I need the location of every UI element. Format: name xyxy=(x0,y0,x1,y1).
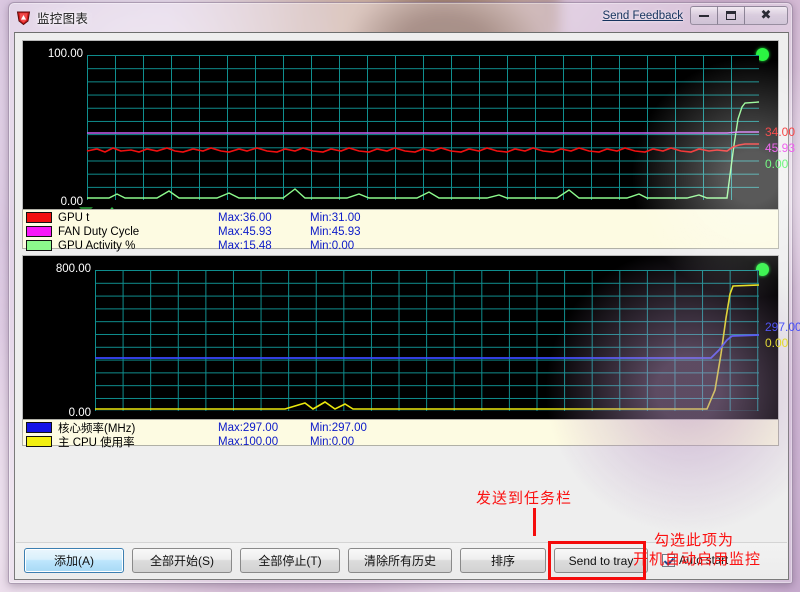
edge-label-gpu-temp: 34.00 xyxy=(765,125,795,139)
legend-min: Min:0.00 xyxy=(310,436,354,448)
legend-clock: 核心频率(MHz) Max:297.00 Min:297.00 主 CPU 使用… xyxy=(22,419,779,446)
close-button[interactable]: ✖ xyxy=(744,6,788,25)
series-line-fan-duty xyxy=(87,132,759,133)
close-icon: ✖ xyxy=(761,9,772,22)
series-line-cpu-usage xyxy=(95,285,759,409)
legend-label: FAN Duty Cycle xyxy=(58,226,218,238)
legend-swatch xyxy=(26,226,52,237)
legend-min: Min:297.00 xyxy=(310,422,367,434)
legend-min: Min:0.00 xyxy=(310,240,354,252)
annotation-pointer-line xyxy=(533,508,536,536)
clear-history-button[interactable]: 清除所有历史 xyxy=(348,548,452,573)
stop-all-button[interactable]: 全部停止(T) xyxy=(240,548,340,573)
legend-swatch xyxy=(26,436,52,447)
edge-label-cpu-usage: 0.00 xyxy=(765,336,788,350)
edge-label-fan-duty: 45.93 xyxy=(765,141,795,155)
window-client-area: 100.00 0.00 34. xyxy=(14,32,789,580)
start-all-button[interactable]: 全部开始(S) xyxy=(132,548,232,573)
annotation-autostart-line-2: 开机自动启用监控 xyxy=(633,548,761,569)
plot-grid-clock: 800.00 0.00 xyxy=(95,270,759,411)
titlebar-controls: Send Feedback ✖ xyxy=(602,6,788,25)
minimize-button[interactable] xyxy=(690,6,718,25)
legend-swatch xyxy=(26,240,52,251)
series-lines-gpu xyxy=(87,55,759,200)
legend-max: Max:15.48 xyxy=(218,240,310,252)
y-axis-min-clock: 0.00 xyxy=(69,407,91,419)
plot-area-clock[interactable]: 800.00 0.00 297.00 0.00 xyxy=(23,256,778,444)
legend-item[interactable]: GPU t Max:36.00 Min:31.00 xyxy=(26,211,778,224)
legend-item[interactable]: 核心频率(MHz) Max:297.00 Min:297.00 xyxy=(26,421,778,434)
send-feedback-link[interactable]: Send Feedback xyxy=(602,10,683,22)
minimize-icon xyxy=(699,14,709,17)
annotation-autostart-line-1: 勾选此项为 xyxy=(654,529,734,550)
series-lines-clock xyxy=(95,270,759,411)
desktop-wallpaper: 监控图表 Send Feedback ✖ xyxy=(0,0,800,592)
y-axis-max-clock: 800.00 xyxy=(56,263,91,275)
legend-item[interactable]: 主 CPU 使用率 Max:100.00 Min:0.00 xyxy=(26,435,778,448)
edge-label-core-clock: 297.00 xyxy=(765,320,800,334)
y-axis-max-gpu: 100.00 xyxy=(48,48,83,60)
maximize-icon xyxy=(726,11,736,20)
legend-item[interactable]: FAN Duty Cycle Max:45.93 Min:45.93 xyxy=(26,225,778,238)
legend-max: Max:100.00 xyxy=(218,436,310,448)
legend-min: Min:31.00 xyxy=(310,212,361,224)
sort-button[interactable]: 排序 xyxy=(460,548,546,573)
plot-grid-gpu: 100.00 0.00 xyxy=(87,55,759,200)
legend-max: Max:36.00 xyxy=(218,212,310,224)
window-title: 监控图表 xyxy=(37,8,88,27)
legend-label: GPU t xyxy=(58,212,218,224)
app-window: 监控图表 Send Feedback ✖ xyxy=(8,2,793,584)
legend-label: GPU Activity % xyxy=(58,240,218,252)
legend-label: 主 CPU 使用率 xyxy=(58,434,218,450)
legend-max: Max:45.93 xyxy=(218,226,310,238)
edge-label-gpu-activity: 0.00 xyxy=(765,157,788,171)
annotation-send-to-tray: 发送到任务栏 xyxy=(476,487,572,508)
app-shield-icon xyxy=(15,9,32,26)
legend-max: Max:297.00 xyxy=(218,422,310,434)
maximize-button[interactable] xyxy=(717,6,745,25)
chart-panel-clock[interactable]: 800.00 0.00 297.00 0.00 xyxy=(22,255,779,445)
series-line-core-clock xyxy=(95,335,759,358)
legend-min: Min:45.93 xyxy=(310,226,361,238)
window-titlebar[interactable]: 监控图表 Send Feedback ✖ xyxy=(9,3,792,32)
legend-gpu: GPU t Max:36.00 Min:31.00 FAN Duty Cycle… xyxy=(22,209,779,249)
add-button[interactable]: 添加(A) xyxy=(24,548,124,573)
legend-item[interactable]: GPU Activity % Max:15.48 Min:0.00 xyxy=(26,239,778,252)
legend-swatch xyxy=(26,212,52,223)
series-line-gpu-temp xyxy=(87,144,759,152)
legend-swatch xyxy=(26,422,52,433)
